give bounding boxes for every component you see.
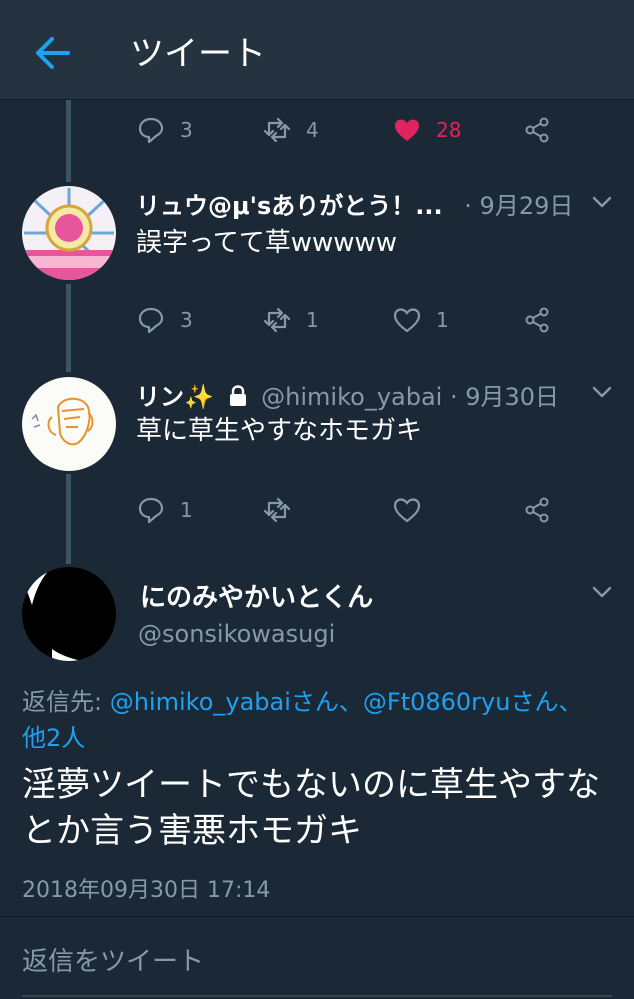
like-button[interactable] (392, 490, 436, 530)
reply-button[interactable]: 3 (136, 300, 193, 340)
tweet-actions: 1 (0, 490, 634, 530)
tweet-actions: 3 1 1 (0, 300, 634, 340)
display-name[interactable]: リン✨ (136, 383, 214, 411)
more-options-button[interactable] (590, 580, 614, 604)
more-options-button[interactable] (590, 190, 614, 214)
mention-link[interactable]: @Ft0860ryuさん (363, 688, 559, 716)
retweet-icon (263, 117, 291, 143)
retweet-button[interactable] (262, 490, 306, 530)
like-button[interactable]: 28 (392, 110, 461, 150)
reply-button[interactable]: 3 (136, 110, 193, 150)
tweet-text: 誤字ってて草wwwww (136, 228, 398, 258)
tweet-text: 淫夢ツイートでもないのに草生やすなとか言う害悪ホモガキ (22, 765, 600, 851)
tweet-header: リン✨ @himiko_yabai · 9月30日 (136, 377, 559, 413)
tweet-actions: 3 4 28 (0, 110, 634, 150)
tweet-text: 草に草生やすなホモガキ (136, 416, 423, 446)
lock-icon (229, 385, 246, 406)
avatar[interactable] (22, 377, 116, 471)
like-button[interactable]: 1 (392, 300, 449, 340)
chevron-down-icon (592, 386, 612, 398)
retweet-icon (263, 497, 291, 523)
retweet-button[interactable]: 1 (262, 300, 319, 340)
reply-prefix: 返信先: (22, 688, 110, 716)
share-button[interactable] (522, 490, 552, 530)
tweet-header: リュウ@μ'sありがとう！... · 9月29日 (136, 186, 573, 222)
display-name[interactable]: にのみやかいとくん (140, 577, 373, 614)
avatar[interactable] (22, 186, 116, 280)
user-handle[interactable]: @sonsikowasugi (138, 620, 335, 648)
heart-icon (393, 498, 421, 523)
reply-bar: 返信をツイート (0, 917, 634, 999)
heart-icon (393, 308, 421, 333)
share-button[interactable] (522, 300, 552, 340)
tweet-timestamp: 2018年09月30日 17:14 (22, 878, 271, 903)
chevron-down-icon (592, 196, 612, 208)
reply-icon (138, 497, 164, 524)
mention-separator: 、 (558, 688, 583, 716)
share-icon (525, 497, 549, 523)
mention-separator: 、 (338, 688, 363, 716)
heart-filled-icon (395, 119, 419, 141)
reply-button[interactable]: 1 (136, 490, 193, 530)
reply-icon (138, 307, 164, 334)
more-options-button[interactable] (590, 380, 614, 404)
tweet-date[interactable]: · 9月29日 (464, 192, 573, 220)
share-icon (525, 117, 549, 143)
arrow-left-icon (36, 37, 70, 69)
retweet-icon (263, 307, 291, 333)
share-icon (525, 307, 549, 333)
others-link[interactable]: 他2人 (22, 724, 85, 752)
retweet-button[interactable]: 4 (262, 110, 319, 150)
tweet-date[interactable]: · 9月30日 (450, 383, 559, 411)
display-name[interactable]: リュウ@μ'sありがとう！... (136, 192, 443, 220)
user-handle[interactable]: @himiko_yabai (261, 383, 442, 411)
mention-link[interactable]: @himiko_yabaiさん (110, 688, 339, 716)
reply-input[interactable]: 返信をツイート (22, 941, 612, 997)
share-button[interactable] (522, 110, 552, 150)
reply-icon (138, 117, 164, 144)
top-bar: ツイート (0, 0, 634, 100)
back-button[interactable] (30, 30, 76, 76)
avatar[interactable] (22, 567, 116, 661)
page-title: ツイート (130, 34, 266, 74)
chevron-down-icon (592, 586, 612, 598)
reply-context: 返信先: @himiko_yabaiさん、@Ft0860ryuさん、 他2人 (22, 684, 622, 756)
